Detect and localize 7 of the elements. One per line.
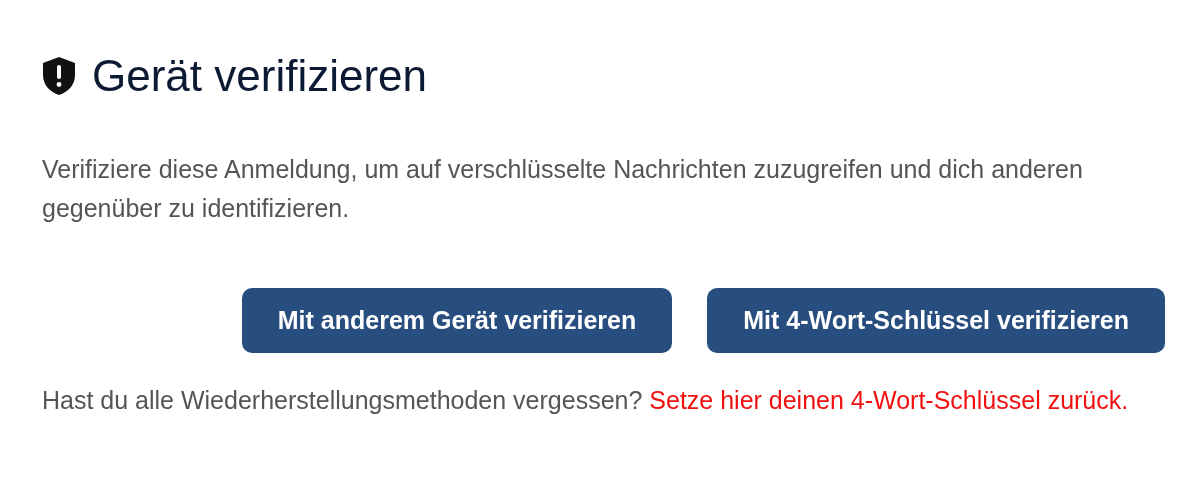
- description-text: Verifiziere diese Anmeldung, um auf verschlüsselte Nachrichten zuzugreifen und dich anderen gegenüber zu identifizieren.: [42, 154, 1084, 225]
- recovery-text: Hast du alle Wiederherstellungsmethoden vergessen? Setze hier deinen 4-Wort-Schlüssel zurück.: [42, 385, 1130, 417]
- verify-button[interactable]: Mit anderem Gerät verifizieren: [241, 287, 673, 354]
- verify-button[interactable]: Mit 4-Wort-Schlüssel verifizieren: [707, 287, 1165, 354]
- reset-link[interactable]: Setze hier deinen 4-Wort-Schlüssel zurück.: [649, 386, 1129, 415]
- shield-icon: [42, 56, 76, 97]
- dialog-title: Gerät verifizieren: [92, 52, 427, 101]
